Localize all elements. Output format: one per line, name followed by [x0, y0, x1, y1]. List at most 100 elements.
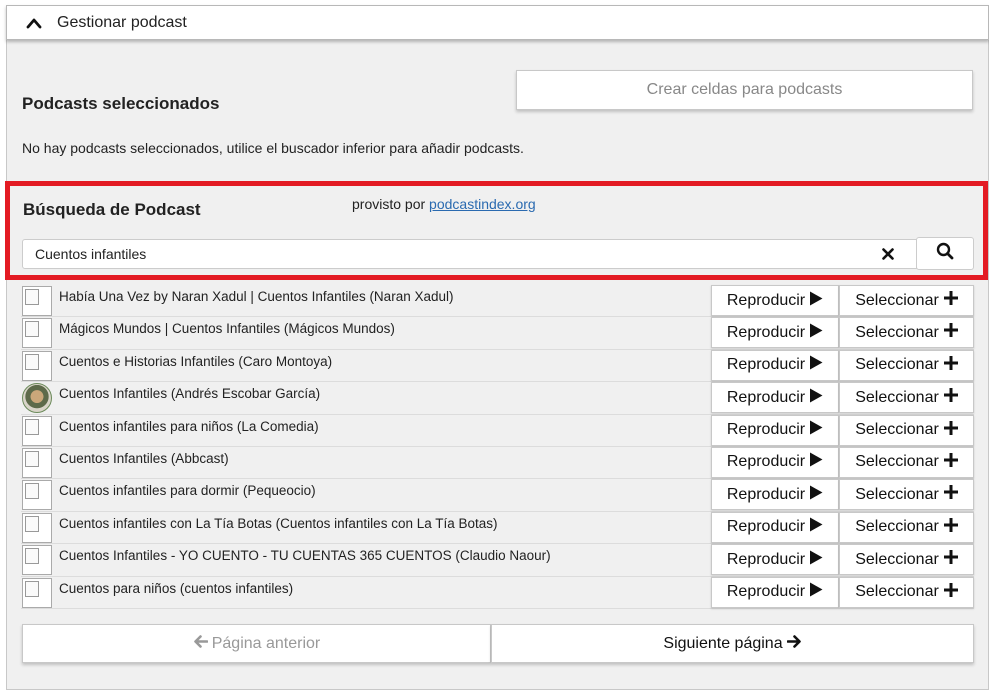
play-label: Reproducir	[726, 323, 806, 341]
select-button[interactable]: Seleccionar	[839, 414, 974, 446]
result-row: Cuentos infantiles para niños (La Comedi…	[21, 414, 974, 447]
result-row: Cuentos e Historias Infantiles (Caro Mon…	[21, 349, 974, 383]
play-icon	[809, 517, 823, 537]
selected-empty-message: No hay podcasts seleccionados, utilice e…	[22, 140, 524, 156]
podcast-title: Había Una Vez by Naran Xadul | Cuentos I…	[59, 289, 454, 304]
select-button[interactable]: Seleccionar	[839, 317, 974, 349]
play-label: Reproducir	[726, 291, 806, 309]
play-icon	[809, 582, 823, 602]
play-label: Reproducir	[726, 518, 806, 536]
provided-by: provisto por podcastindex.org	[352, 196, 536, 212]
play-button[interactable]: Reproducir	[711, 285, 839, 316]
result-row: Cuentos infantiles para dormir (Pequeoci…	[21, 479, 974, 512]
results-list: Había Una Vez by Naran Xadul | Cuentos I…	[21, 285, 974, 609]
selected-podcasts-title: Podcasts seleccionados	[22, 94, 220, 113]
result-row: Cuentos infantiles con La Tía Botas (Cue…	[21, 511, 974, 545]
clear-icon[interactable]	[878, 244, 898, 264]
manage-podcast-header[interactable]: Gestionar podcast	[6, 5, 989, 40]
next-page-label: Siguiente página	[663, 634, 783, 652]
play-button[interactable]: Reproducir	[711, 414, 839, 446]
podcast-thumbnail	[22, 545, 52, 576]
podcast-title: Cuentos Infantiles (Abbcast)	[59, 450, 229, 466]
play-button[interactable]: Reproducir	[711, 511, 839, 543]
plus-icon	[943, 582, 959, 602]
select-label: Seleccionar	[855, 388, 939, 406]
select-label: Seleccionar	[855, 583, 939, 601]
play-button[interactable]: Reproducir	[711, 544, 839, 576]
prev-page-button[interactable]: Página anterior	[22, 624, 491, 663]
select-button[interactable]: Seleccionar	[839, 285, 974, 316]
next-page-button[interactable]: Siguiente página	[491, 624, 974, 663]
play-button[interactable]: Reproducir	[711, 382, 839, 414]
arrow-right-icon	[786, 634, 802, 653]
play-label: Reproducir	[726, 421, 806, 439]
search-input[interactable]: Cuentos infantiles	[22, 239, 917, 269]
play-icon	[809, 420, 823, 440]
result-row: Mágicos Mundos | Cuentos Infantiles (Mág…	[21, 317, 974, 350]
search-button[interactable]	[916, 237, 974, 270]
play-button[interactable]: Reproducir	[711, 349, 839, 381]
header-title: Gestionar podcast	[57, 13, 187, 31]
podcast-title: Cuentos e Historias Infantiles (Caro Mon…	[59, 353, 333, 369]
plus-icon	[943, 452, 959, 472]
provider-link[interactable]: podcastindex.org	[429, 196, 536, 212]
play-label: Reproducir	[726, 453, 806, 471]
result-row: Cuentos Infantiles - YO CUENTO - TU CUEN…	[21, 544, 974, 577]
select-button[interactable]: Seleccionar	[839, 479, 974, 511]
prev-page-label: Página anterior	[211, 634, 321, 652]
plus-icon	[943, 387, 959, 407]
podcast-title: Cuentos infantiles para dormir (Pequeoci…	[59, 483, 316, 499]
result-row: Cuentos Infantiles (Andrés Escobar Garcí…	[21, 382, 974, 415]
select-button[interactable]: Seleccionar	[839, 576, 974, 608]
podcast-title: Cuentos para niños (cuentos infantiles)	[59, 580, 294, 596]
podcast-thumbnail	[22, 512, 52, 543]
select-button[interactable]: Seleccionar	[839, 511, 974, 543]
select-label: Seleccionar	[855, 453, 939, 471]
select-label: Seleccionar	[855, 323, 939, 341]
plus-icon	[943, 322, 959, 342]
select-label: Seleccionar	[855, 356, 939, 374]
play-icon	[809, 323, 823, 343]
chevron-up-icon[interactable]	[23, 12, 45, 34]
select-button[interactable]: Seleccionar	[839, 446, 974, 478]
result-row: Cuentos Infantiles (Abbcast) Reproducir Se…	[21, 446, 974, 480]
play-icon	[809, 388, 823, 408]
result-row: Cuentos para niños (cuentos infantiles) R…	[21, 576, 974, 609]
plus-icon	[943, 420, 959, 440]
podcast-thumbnail	[22, 350, 52, 381]
podcast-thumbnail	[22, 577, 52, 608]
podcast-title: Cuentos infantiles para niños (La Comedi…	[59, 418, 319, 434]
play-button[interactable]: Reproducir	[711, 479, 839, 511]
podcast-title: Cuentos infantiles con La Tía Botas (Cue…	[59, 515, 498, 531]
play-icon	[809, 485, 823, 505]
podcast-thumbnail	[22, 383, 52, 414]
play-icon	[809, 550, 823, 570]
play-button[interactable]: Reproducir	[711, 446, 839, 478]
select-label: Seleccionar	[855, 421, 939, 439]
podcast-title: Mágicos Mundos | Cuentos Infantiles (Mág…	[59, 321, 395, 337]
select-label: Seleccionar	[855, 518, 939, 536]
search-title: Búsqueda de Podcast	[23, 200, 201, 219]
play-button[interactable]: Reproducir	[711, 317, 839, 349]
select-button[interactable]: Seleccionar	[839, 544, 974, 576]
select-label: Seleccionar	[855, 291, 939, 309]
play-icon	[809, 291, 823, 311]
play-label: Reproducir	[726, 356, 806, 374]
play-label: Reproducir	[726, 583, 806, 601]
arrow-left-icon	[193, 634, 209, 653]
play-icon	[809, 355, 823, 375]
podcast-thumbnail	[22, 318, 52, 349]
play-label: Reproducir	[726, 485, 806, 503]
provided-by-text: provisto por	[352, 196, 426, 212]
search-icon	[936, 242, 954, 265]
podcast-thumbnail	[22, 447, 52, 478]
create-cells-button[interactable]: Crear celdas para podcasts	[516, 70, 973, 110]
play-button[interactable]: Reproducir	[711, 576, 839, 608]
play-label: Reproducir	[726, 550, 806, 568]
select-button[interactable]: Seleccionar	[839, 382, 974, 414]
plus-icon	[943, 484, 959, 504]
plus-icon	[943, 549, 959, 569]
select-label: Seleccionar	[855, 550, 939, 568]
select-button[interactable]: Seleccionar	[839, 349, 974, 381]
play-label: Reproducir	[726, 388, 806, 406]
